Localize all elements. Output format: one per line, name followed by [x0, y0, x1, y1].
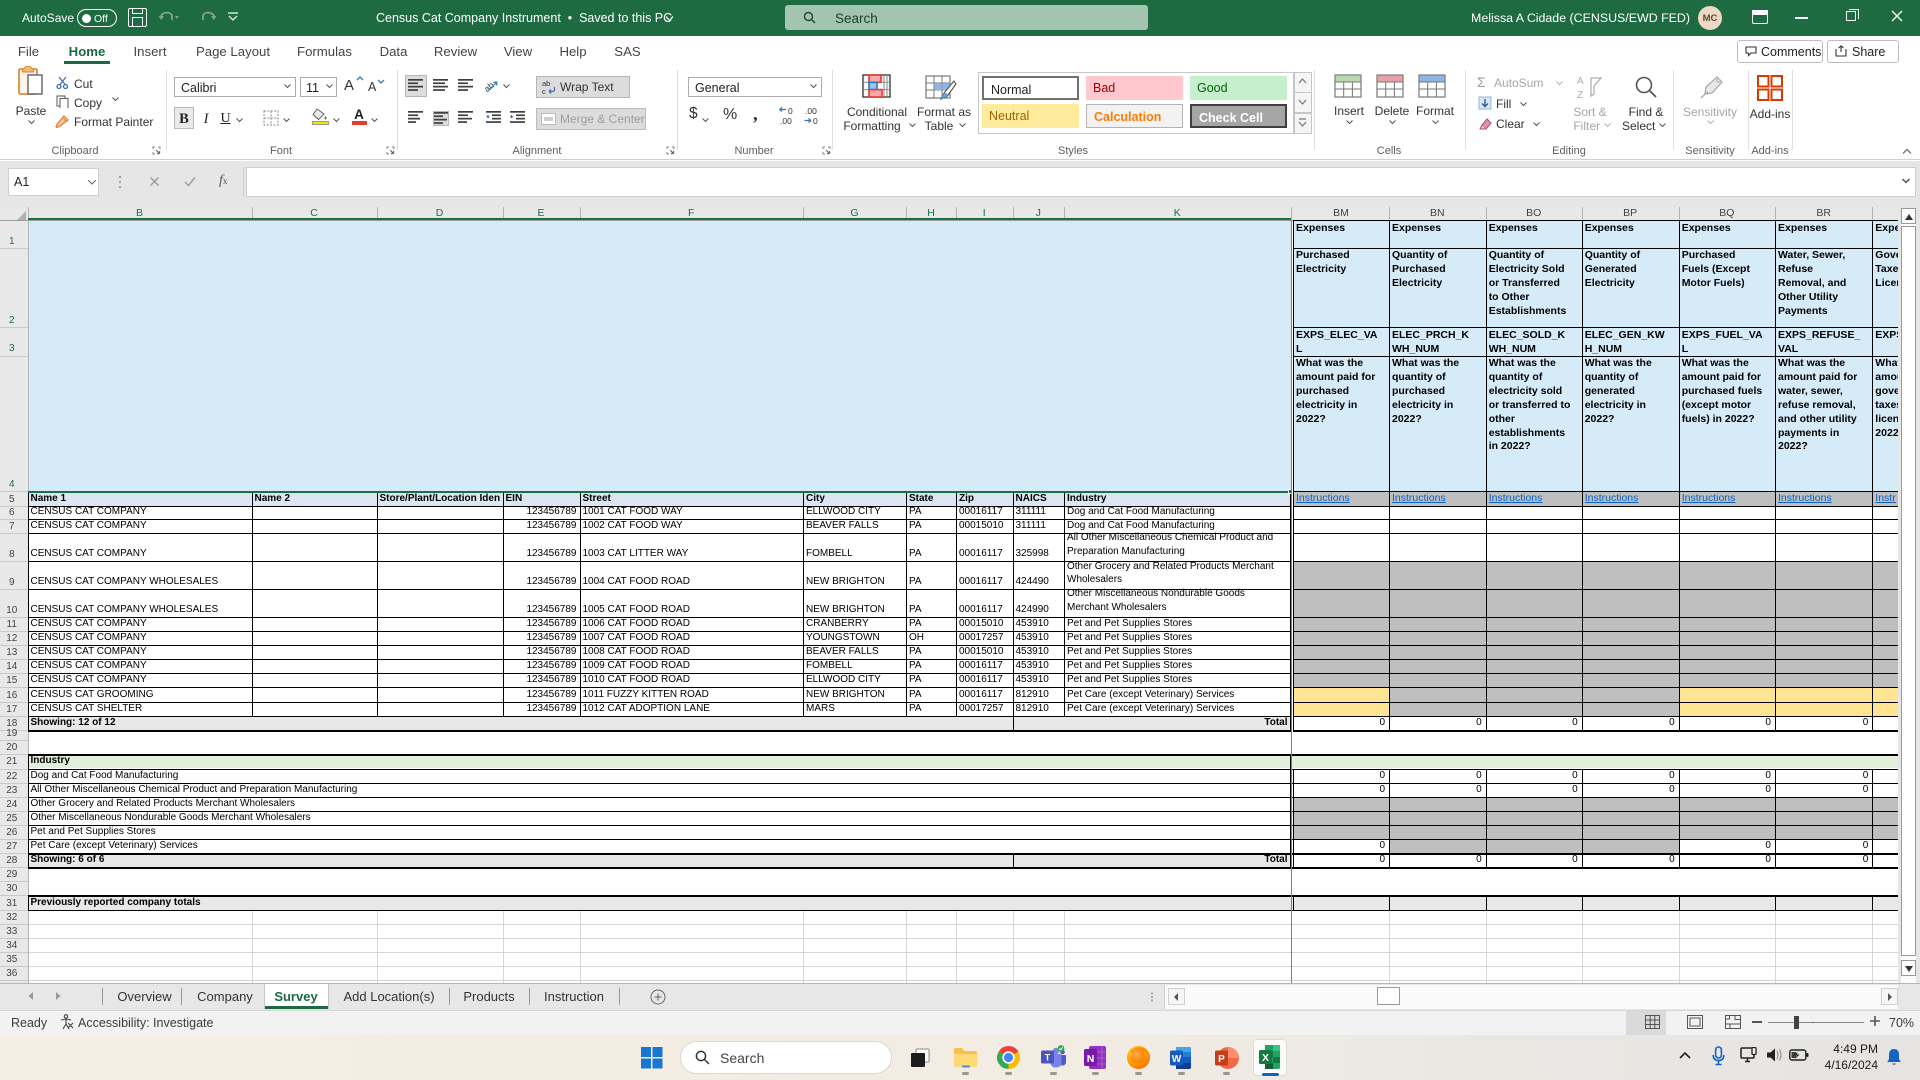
svg-text:X: X [1262, 1052, 1269, 1064]
svg-text:Z: Z [1577, 90, 1583, 100]
svg-text:N: N [1087, 1053, 1095, 1065]
svg-text:A: A [1577, 76, 1584, 87]
svg-text:.00: .00 [805, 106, 817, 116]
svg-text:.00: .00 [780, 116, 792, 125]
svg-text:c: c [542, 87, 546, 95]
svg-text:T: T [1045, 1052, 1051, 1062]
svg-text:0: 0 [788, 106, 793, 116]
svg-text:0: 0 [813, 116, 818, 125]
svg-text:P: P [1218, 1054, 1225, 1065]
svg-text:W: W [1172, 1054, 1182, 1065]
